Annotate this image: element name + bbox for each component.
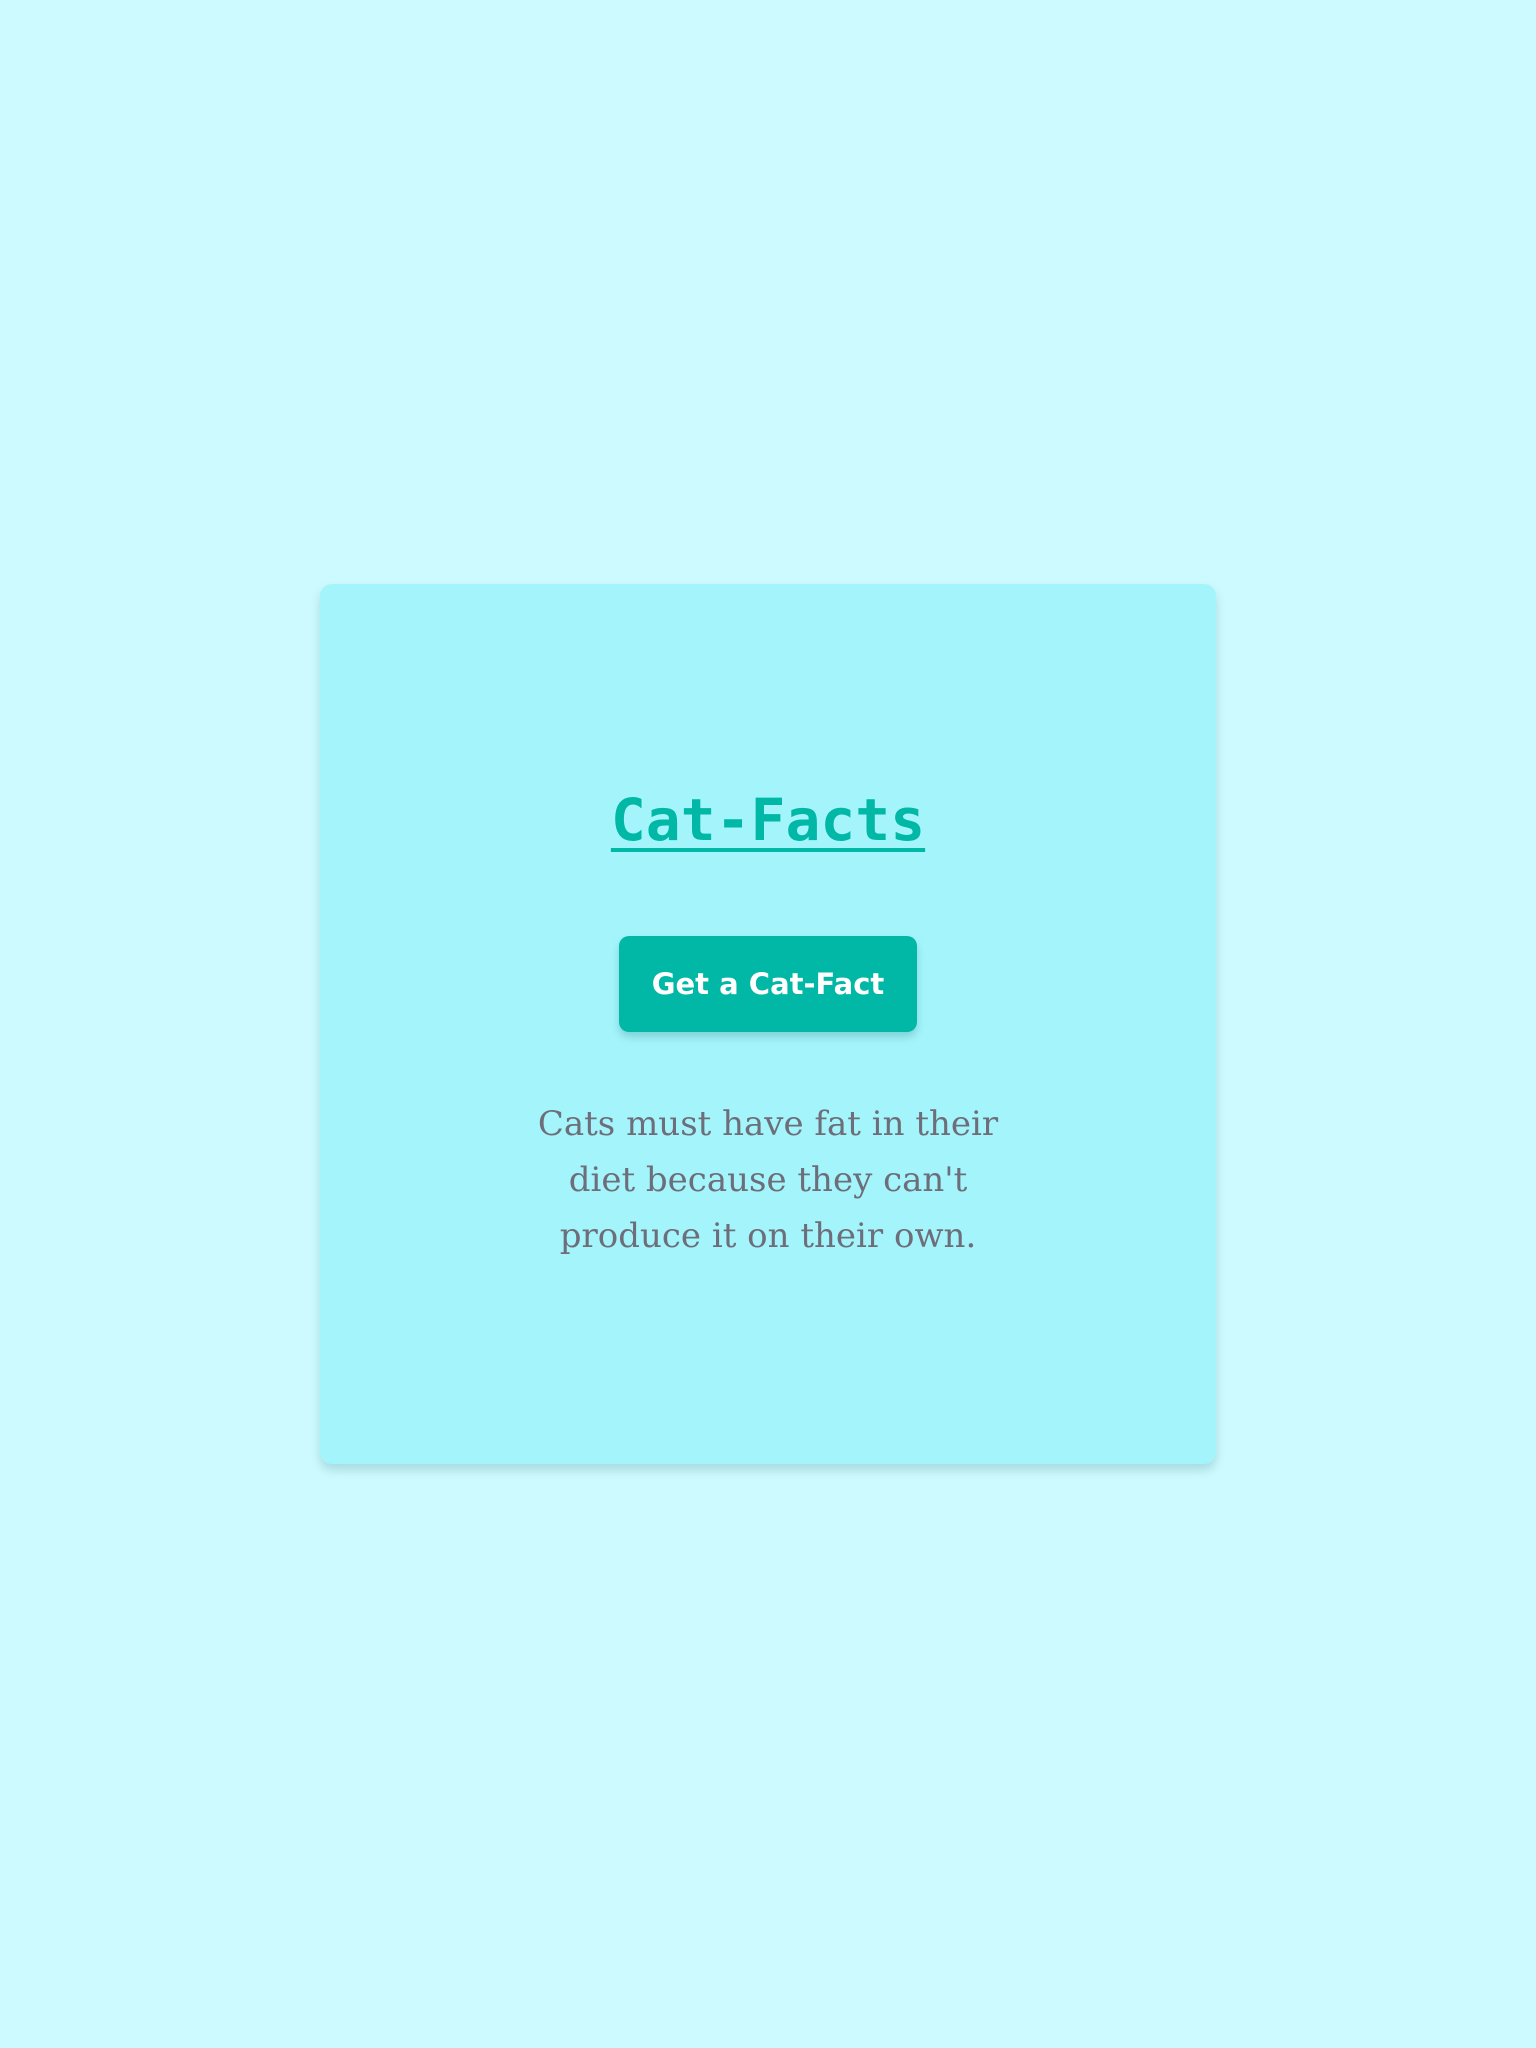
get-cat-fact-button[interactable]: Get a Cat-Fact (619, 936, 917, 1032)
page-title: Cat-Facts (610, 786, 926, 854)
page: Cat-Facts Get a Cat-Fact Cats must have … (0, 0, 1536, 2048)
cat-fact-text: Cats must have fat in their diet because… (537, 1104, 999, 1256)
